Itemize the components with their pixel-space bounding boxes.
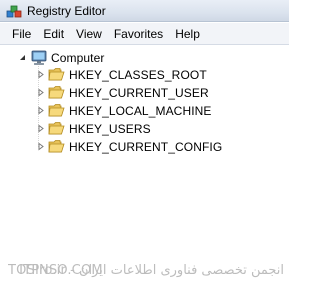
computer-icon	[30, 50, 48, 66]
tree-node-hkey-local-machine[interactable]: HKEY_LOCAL_MACHINE	[36, 102, 212, 119]
menu-edit[interactable]: Edit	[37, 24, 70, 44]
tree-label: HKEY_CLASSES_ROOT	[69, 67, 207, 82]
window-title: Registry Editor	[27, 4, 106, 18]
folder-icon	[48, 121, 66, 136]
folder-icon	[48, 139, 66, 154]
expand-triangle-icon[interactable]	[36, 106, 45, 115]
tree-label: Computer	[51, 50, 105, 65]
tree-node-hkey-classes-root[interactable]: HKEY_CLASSES_ROOT	[36, 66, 207, 83]
folder-icon	[48, 85, 66, 100]
menu-favorites[interactable]: Favorites	[108, 24, 169, 44]
expand-triangle-icon[interactable]	[36, 142, 45, 151]
tree-label: HKEY_CURRENT_CONFIG	[69, 139, 223, 154]
collapse-triangle-icon[interactable]	[18, 53, 27, 62]
tree-label: HKEY_USERS	[69, 121, 151, 136]
registry-tree[interactable]: Computer HKEY_CLASSES_ROOT HKEY_CURRENT_…	[0, 46, 289, 287]
tree-node-hkey-current-user[interactable]: HKEY_CURRENT_USER	[36, 84, 209, 101]
watermark-right: انجمن تخصصی فناوری اطلاعات ایران - ITPro…	[19, 263, 284, 278]
tree-node-computer[interactable]: Computer	[18, 49, 105, 66]
tree-label: HKEY_LOCAL_MACHINE	[69, 103, 212, 118]
folder-icon	[48, 103, 66, 118]
folder-icon	[48, 67, 66, 82]
tree-node-hkey-users[interactable]: HKEY_USERS	[36, 120, 151, 137]
registry-editor-icon	[6, 3, 22, 19]
title-bar[interactable]: Registry Editor	[0, 0, 289, 22]
menu-file[interactable]: File	[6, 24, 37, 44]
menu-bar: File Edit View Favorites Help	[0, 23, 289, 45]
tree-label: HKEY_CURRENT_USER	[69, 85, 209, 100]
expand-triangle-icon[interactable]	[36, 124, 45, 133]
tree-node-hkey-current-config[interactable]: HKEY_CURRENT_CONFIG	[36, 138, 222, 155]
expand-triangle-icon[interactable]	[36, 70, 45, 79]
expand-triangle-icon[interactable]	[36, 88, 45, 97]
menu-view[interactable]: View	[70, 24, 108, 44]
menu-help[interactable]: Help	[169, 24, 206, 44]
watermark: TOSINSO.COM انجمن تخصصی فناوری اطلاعات ا…	[8, 263, 286, 283]
